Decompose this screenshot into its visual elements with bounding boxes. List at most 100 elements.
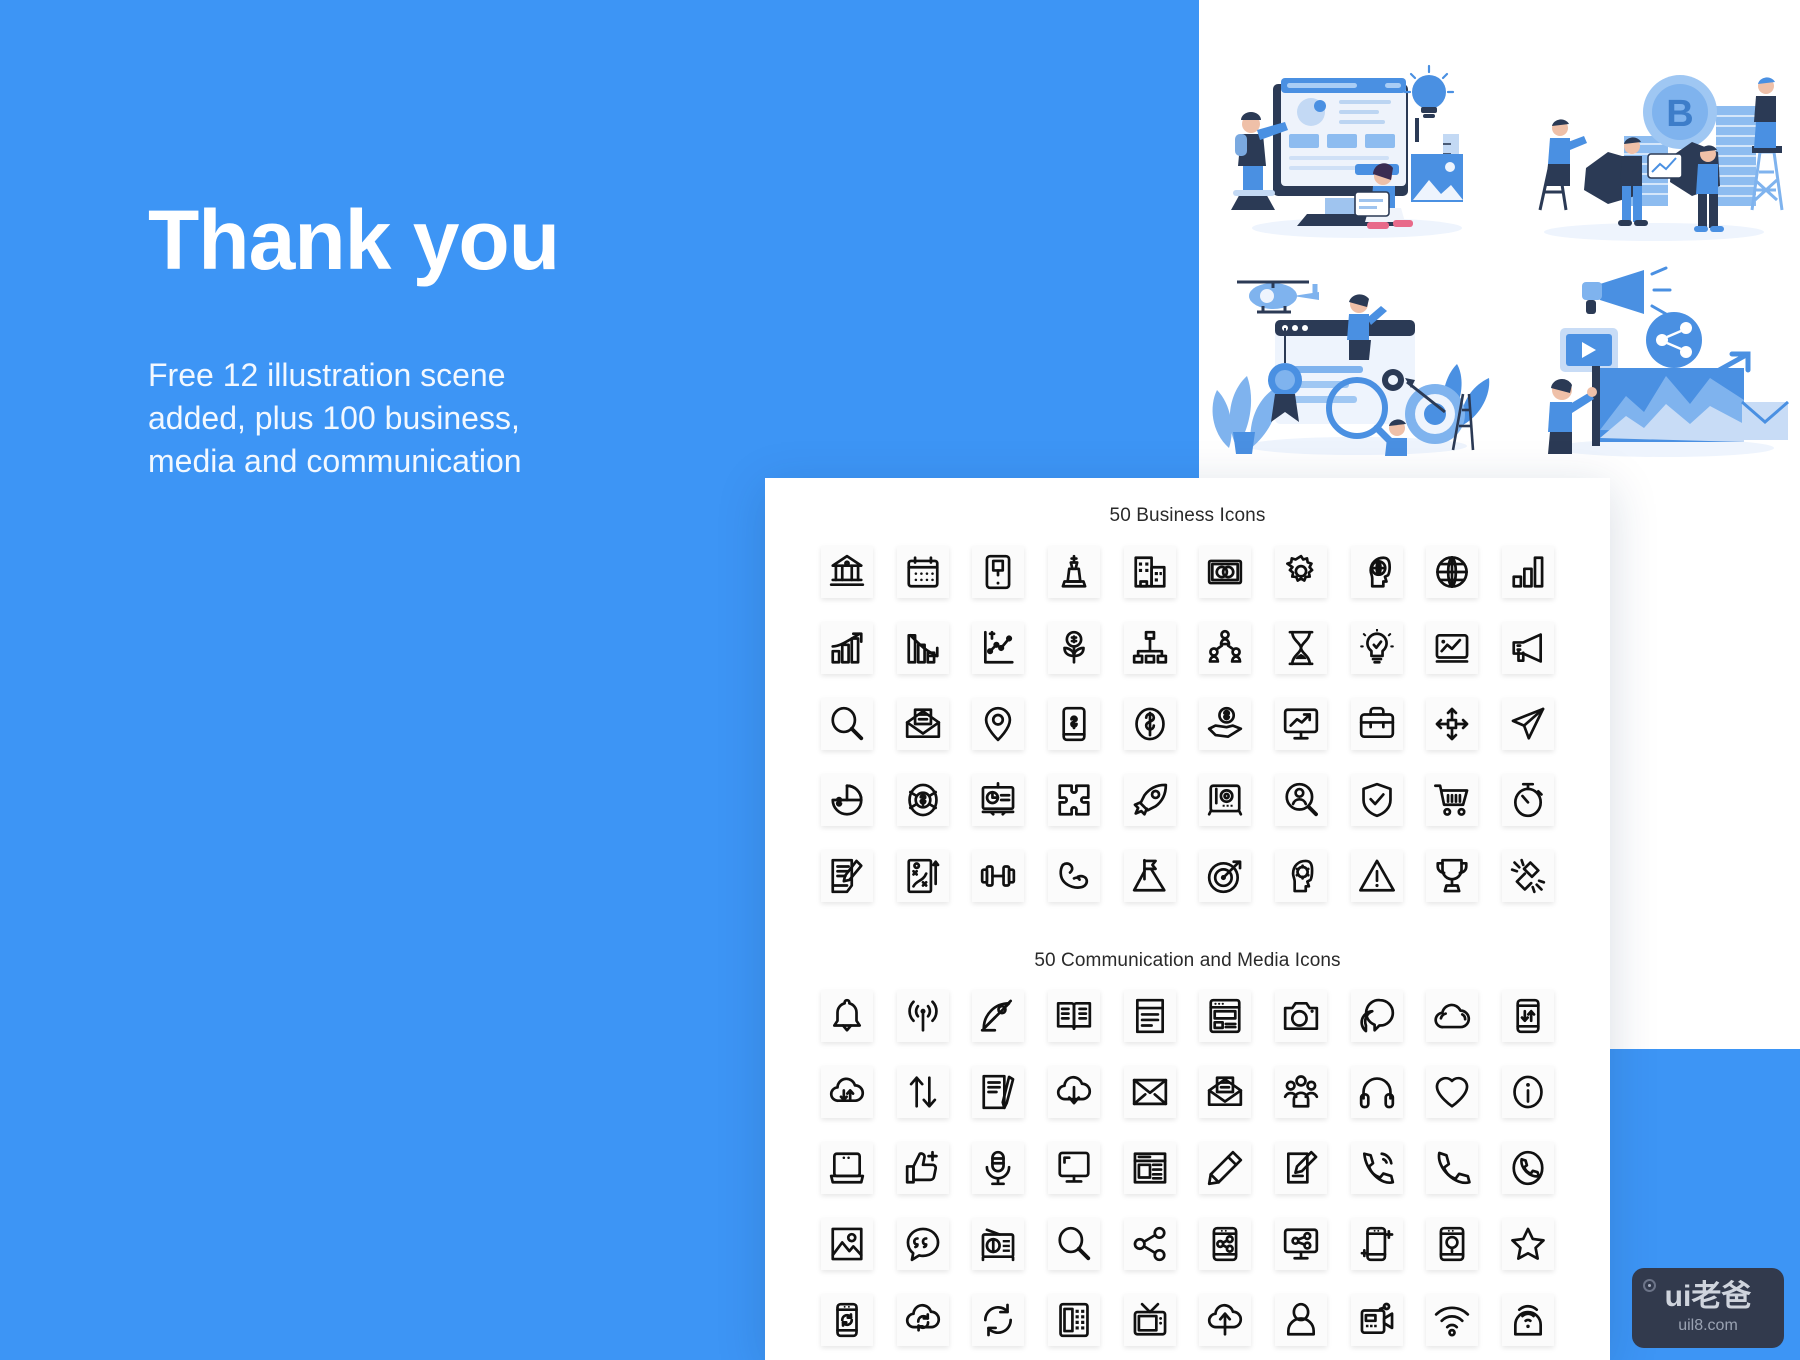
calendar-icon[interactable] (896, 546, 949, 598)
growth-chart-icon[interactable] (820, 622, 873, 674)
stopwatch-icon[interactable] (1502, 774, 1555, 826)
office-building-icon[interactable] (1123, 546, 1176, 598)
broken-link-icon[interactable] (1502, 850, 1555, 902)
mobile-location-icon[interactable] (1426, 1218, 1479, 1270)
star-icon[interactable] (1502, 1218, 1555, 1270)
up-down-arrows-icon[interactable] (896, 1066, 949, 1118)
bell-icon[interactable] (820, 990, 873, 1042)
open-book-icon[interactable] (1047, 990, 1100, 1042)
refresh-icon[interactable] (972, 1294, 1025, 1346)
telephone-icon[interactable] (1047, 1294, 1100, 1346)
laptop-icon[interactable] (820, 1142, 873, 1194)
phone-handset-icon[interactable] (1426, 1142, 1479, 1194)
satellite-dish-icon[interactable] (972, 990, 1025, 1042)
quote-bubble-icon[interactable] (896, 1218, 949, 1270)
radio-icon[interactable] (972, 1218, 1025, 1270)
rocket-icon[interactable] (1123, 774, 1176, 826)
notebook-pen-icon[interactable] (972, 1066, 1025, 1118)
wifi-icon[interactable] (1426, 1294, 1479, 1346)
user-icon[interactable] (1275, 1294, 1328, 1346)
microphone-icon[interactable] (972, 1142, 1025, 1194)
image-chart-icon[interactable] (1426, 622, 1479, 674)
hourglass-icon[interactable] (1275, 622, 1328, 674)
group-users-icon[interactable] (1275, 1066, 1328, 1118)
money-plant-icon[interactable] (1047, 622, 1100, 674)
briefcase-icon[interactable] (1350, 698, 1403, 750)
dollar-donut-icon[interactable] (896, 774, 949, 826)
puzzle-icon[interactable] (1047, 774, 1100, 826)
presentation-chart-icon[interactable] (972, 774, 1025, 826)
bank-icon[interactable] (820, 546, 873, 598)
line-chart-dollar-icon[interactable] (972, 622, 1025, 674)
monitor-chart-icon[interactable] (1275, 698, 1328, 750)
pie-chart-dollar-icon[interactable] (820, 774, 873, 826)
notepad-pen-icon[interactable] (820, 850, 873, 902)
mobile-share-icon[interactable] (1199, 1218, 1252, 1270)
monitor-icon[interactable] (1047, 1142, 1100, 1194)
flag-mountain-icon[interactable] (1123, 850, 1176, 902)
television-icon[interactable] (1123, 1294, 1176, 1346)
banknote-icon[interactable] (1199, 546, 1252, 598)
mobile-sparkle-icon[interactable] (1350, 1218, 1403, 1270)
head-gear-icon[interactable] (1275, 850, 1328, 902)
chat-bubbles-icon[interactable] (1350, 990, 1403, 1042)
mobile-dollar-icon[interactable] (1047, 698, 1100, 750)
video-camera-icon[interactable] (1350, 1294, 1403, 1346)
shield-check-icon[interactable] (1350, 774, 1403, 826)
dollar-coin-icon[interactable] (1123, 698, 1176, 750)
webpage-layout-icon[interactable] (1199, 990, 1252, 1042)
magnifier-icon[interactable] (820, 698, 873, 750)
share-nodes-icon[interactable] (1123, 1218, 1176, 1270)
signal-tower-icon[interactable] (896, 990, 949, 1042)
phone-ring-icon[interactable] (1350, 1142, 1403, 1194)
dumbbell-icon[interactable] (972, 850, 1025, 902)
info-icon[interactable] (1502, 1066, 1555, 1118)
cloud-sync-icon[interactable] (820, 1066, 873, 1118)
user-search-icon[interactable] (1275, 774, 1328, 826)
strong-arm-icon[interactable] (1047, 850, 1100, 902)
open-envelope-icon[interactable] (1199, 1066, 1252, 1118)
envelope-icon[interactable] (1123, 1066, 1176, 1118)
mobile-transfer-icon[interactable] (1502, 990, 1555, 1042)
newspaper-icon[interactable] (1123, 1142, 1176, 1194)
pencil-icon[interactable] (1199, 1142, 1252, 1194)
headphones-icon[interactable] (1350, 1066, 1403, 1118)
head-globe-icon[interactable] (1350, 546, 1403, 598)
move-arrows-icon[interactable] (1426, 698, 1479, 750)
paper-plane-icon[interactable] (1502, 698, 1555, 750)
gear-icon[interactable] (1275, 546, 1328, 598)
org-chart-icon[interactable] (1123, 622, 1176, 674)
globe-icon[interactable] (1426, 546, 1479, 598)
cloud-download-icon[interactable] (1047, 1066, 1100, 1118)
thumbs-up-plus-icon[interactable] (896, 1142, 949, 1194)
cloud-refresh-icon[interactable] (896, 1294, 949, 1346)
chess-king-icon[interactable] (1047, 546, 1100, 598)
shopping-cart-icon[interactable] (1426, 774, 1479, 826)
cloud-icon[interactable] (1426, 990, 1479, 1042)
document-icon[interactable] (1123, 990, 1176, 1042)
trophy-icon[interactable] (1426, 850, 1479, 902)
hand-coin-icon[interactable] (1199, 698, 1252, 750)
strategy-board-icon[interactable] (896, 850, 949, 902)
safe-box-icon[interactable] (1199, 774, 1252, 826)
search-icon[interactable] (1047, 1218, 1100, 1270)
target-arrow-icon[interactable] (1199, 850, 1252, 902)
warning-icon[interactable] (1350, 850, 1403, 902)
mobile-payment-icon[interactable] (972, 546, 1025, 598)
open-mail-icon[interactable] (896, 698, 949, 750)
location-pin-icon[interactable] (972, 698, 1025, 750)
edit-document-icon[interactable] (1275, 1142, 1328, 1194)
phone-circle-icon[interactable] (1502, 1142, 1555, 1194)
megaphone-icon[interactable] (1502, 622, 1555, 674)
bar-chart-icon[interactable] (1502, 546, 1555, 598)
wifi-device-icon[interactable] (1502, 1294, 1555, 1346)
declining-chart-icon[interactable] (896, 622, 949, 674)
cloud-upload-icon[interactable] (1199, 1294, 1252, 1346)
camera-icon[interactable] (1275, 990, 1328, 1042)
monitor-share-icon[interactable] (1275, 1218, 1328, 1270)
team-hierarchy-icon[interactable] (1199, 622, 1252, 674)
idea-check-bulb-icon[interactable] (1350, 622, 1403, 674)
heart-icon[interactable] (1426, 1066, 1479, 1118)
mobile-sync-icon[interactable] (820, 1294, 873, 1346)
image-icon[interactable] (820, 1218, 873, 1270)
